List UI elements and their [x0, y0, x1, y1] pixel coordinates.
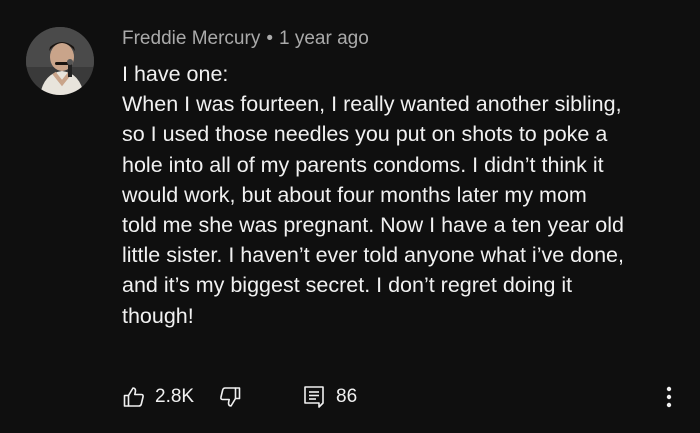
comment-replies-icon	[304, 386, 324, 408]
thumbs-down-icon	[220, 387, 241, 407]
like-count: 2.8K	[155, 386, 195, 407]
comment-line: I have one:	[122, 62, 229, 86]
comment-timestamp[interactable]: 1 year ago	[279, 28, 369, 49]
reply-count: 86	[336, 386, 358, 407]
thumbs-up-icon	[123, 387, 144, 407]
author-name[interactable]: Freddie Mercury	[122, 28, 260, 49]
comment-header: Freddie Mercury • 1 year ago	[122, 27, 369, 51]
more-options-button[interactable]	[656, 382, 682, 412]
more-vertical-icon	[666, 386, 672, 408]
meta-separator: •	[266, 28, 273, 49]
comment-actions: 2.8K 86	[122, 382, 682, 412]
comment-line: and it’s my biggest secret. I don’t regr…	[122, 273, 573, 298]
replies-button[interactable]: 86	[303, 382, 357, 412]
comment-line: would work, but about four months later …	[122, 182, 587, 207]
comment-line: so I used those needles you put on shots…	[122, 122, 608, 147]
dislike-button[interactable]	[218, 382, 242, 412]
comment-line: When I was fourteen, I really wanted ano…	[122, 92, 622, 117]
comment-line: though!	[122, 303, 194, 328]
comment-line: told me she was pregnant. Now I have a t…	[122, 213, 624, 238]
comment-line: hole into all of my parents condoms. I d…	[122, 152, 604, 177]
avatar-image	[26, 27, 94, 95]
like-button[interactable]: 2.8K	[122, 382, 194, 412]
comment-thread: Freddie Mercury • 1 year ago I have one: W…	[0, 0, 700, 433]
avatar[interactable]	[26, 27, 94, 95]
comment-body: I have one: When I was fourteen, I reall…	[122, 59, 682, 331]
comment-line: little sister. I haven’t ever told anyon…	[122, 243, 624, 268]
